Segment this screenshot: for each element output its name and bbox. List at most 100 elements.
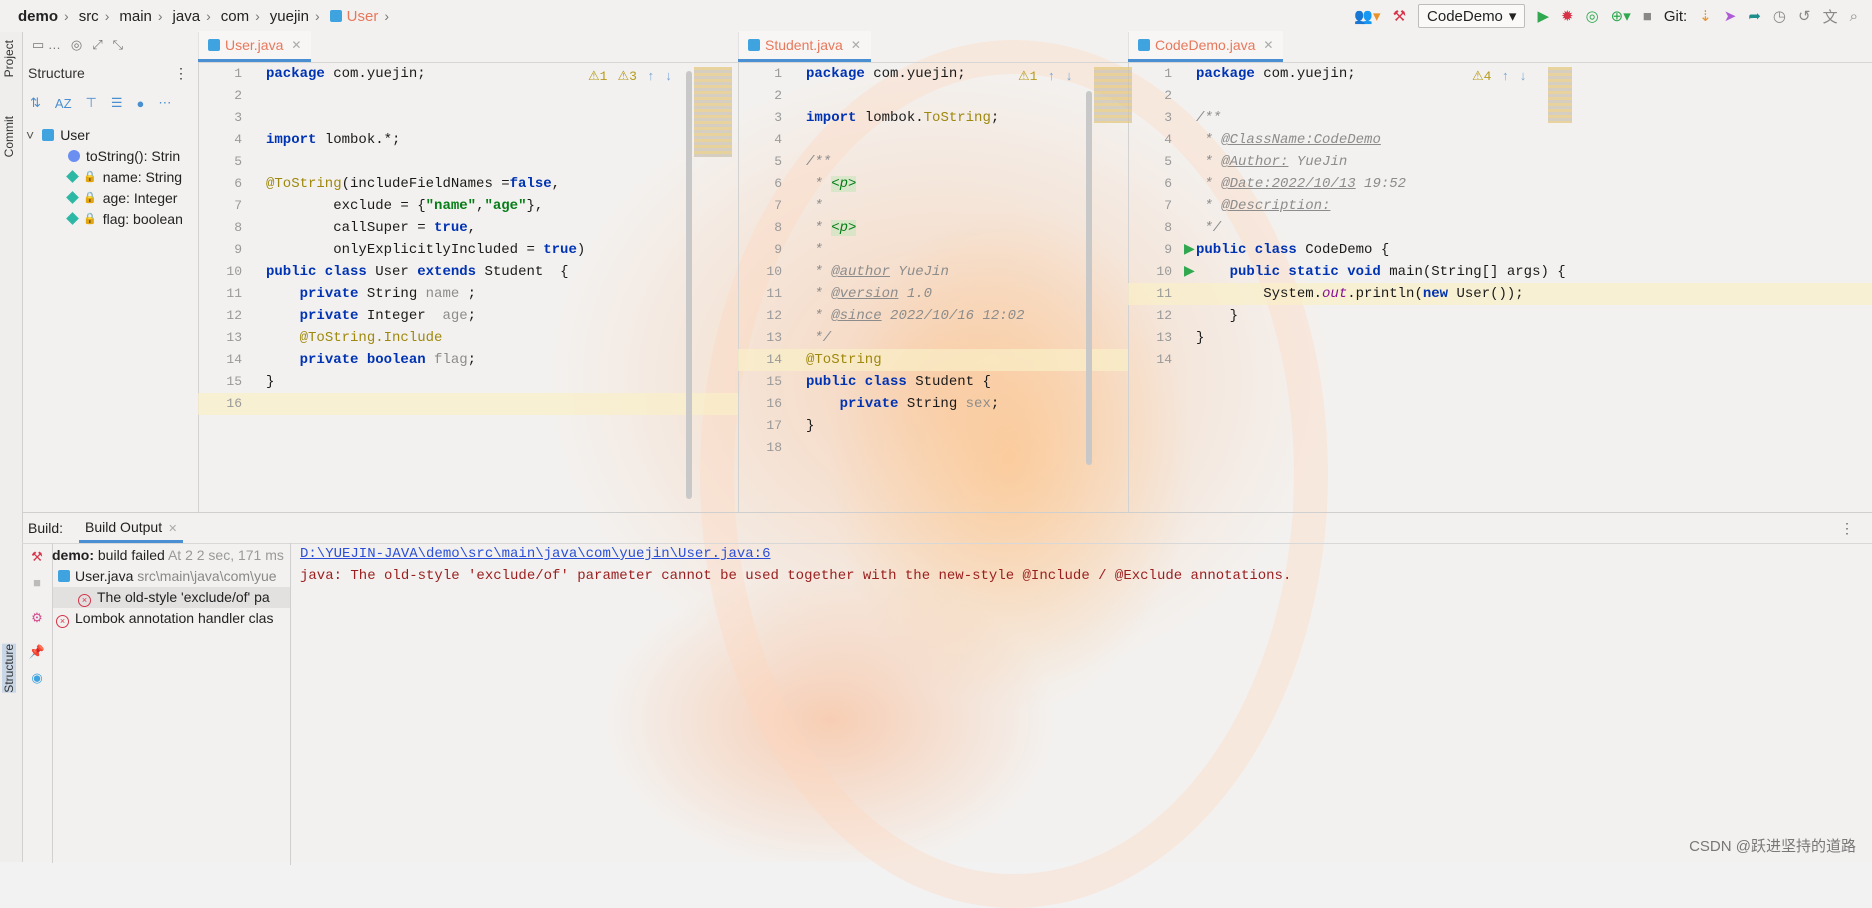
- show-inherited-icon[interactable]: ⊤: [86, 95, 97, 111]
- inspection-widget[interactable]: ⚠1 ⚠3 ↑ ↓: [588, 69, 673, 84]
- code-line[interactable]: * <p>: [806, 173, 857, 195]
- inspection-widget[interactable]: ⚠4 ↑ ↓: [1472, 69, 1527, 84]
- coverage-icon[interactable]: ◎: [1586, 7, 1599, 25]
- eye-icon[interactable]: ◉: [22, 670, 52, 686]
- stop-icon[interactable]: ■: [1643, 8, 1652, 25]
- tree-item[interactable]: 🔒 name: String: [22, 166, 198, 187]
- history-icon[interactable]: ◷: [1773, 7, 1786, 25]
- close-icon[interactable]: ✕: [291, 38, 301, 52]
- tab-user-java[interactable]: User.java ✕: [198, 31, 312, 62]
- code-line[interactable]: import lombok.*;: [266, 129, 400, 151]
- code-line[interactable]: private Integer age;: [266, 305, 476, 327]
- target-icon[interactable]: ◎: [71, 37, 82, 53]
- close-icon[interactable]: ✕: [851, 38, 861, 52]
- next-highlight-icon[interactable]: ↓: [1065, 69, 1073, 84]
- git-commit-icon[interactable]: ➦: [1748, 7, 1761, 25]
- gear-icon[interactable]: ⚙: [22, 610, 52, 626]
- breadcrumb-item-java[interactable]: java: [173, 8, 201, 25]
- code-line[interactable]: private String sex;: [806, 393, 1000, 415]
- code-line[interactable]: */: [806, 327, 831, 349]
- run-config-select[interactable]: CodeDemo ▾: [1418, 4, 1526, 28]
- more-icon[interactable]: ⋯: [158, 95, 171, 111]
- tree-item[interactable]: toString(): Strin: [22, 145, 198, 166]
- code-line[interactable]: }: [1196, 305, 1238, 327]
- tab-student-java[interactable]: Student.java ✕: [738, 31, 871, 62]
- code-line[interactable]: }: [266, 371, 274, 393]
- code-line[interactable]: * @version 1.0: [806, 283, 932, 305]
- tree-item[interactable]: 🔒 flag: boolean: [22, 208, 198, 229]
- code-line[interactable]: System.out.println(new User());: [1196, 283, 1524, 305]
- sort-alpha-icon[interactable]: AZ: [55, 96, 72, 111]
- breadcrumb-item-demo[interactable]: demo: [18, 8, 58, 25]
- code-line[interactable]: /**: [1196, 107, 1221, 129]
- code-line[interactable]: private String name ;: [266, 283, 476, 305]
- build-root-row[interactable]: demo: build failed At 2 2 sec, 171 ms: [52, 545, 290, 566]
- run-gutter-icon[interactable]: ▶: [1184, 239, 1196, 261]
- close-icon[interactable]: ✕: [1263, 38, 1273, 52]
- build-file-row[interactable]: User.java src\main\java\com\yue: [52, 566, 290, 587]
- code-editor[interactable]: ⚠1 ⚠3 ↑ ↓ 1 package com.yuejin; 2 3 4 impo…: [198, 63, 738, 499]
- structure-tool-tab[interactable]: Structure: [2, 644, 16, 693]
- code-line[interactable]: * @ClassName:CodeDemo: [1196, 129, 1380, 151]
- tab-codedemo-java[interactable]: CodeDemo.java ✕: [1128, 31, 1284, 62]
- code-line[interactable]: /**: [806, 151, 831, 173]
- build-error-row[interactable]: × Lombok annotation handler clas: [52, 608, 290, 629]
- code-line[interactable]: * <p>: [806, 217, 857, 239]
- build-hammer-icon[interactable]: ⚒: [1393, 7, 1406, 25]
- code-line[interactable]: import lombok.ToString;: [806, 107, 999, 129]
- run-gutter-icon[interactable]: ▶: [1184, 261, 1196, 283]
- breadcrumb-item-com[interactable]: com: [221, 8, 249, 25]
- code-line[interactable]: }: [1196, 327, 1204, 349]
- code-line[interactable]: */: [1196, 217, 1221, 239]
- project-tool-tab[interactable]: Project: [2, 40, 16, 77]
- code-line[interactable]: package com.yuejin;: [1196, 63, 1356, 85]
- options-icon[interactable]: ⋮: [1840, 520, 1854, 537]
- expand-icon[interactable]: ⤢: [92, 37, 102, 53]
- code-line[interactable]: * @Description:: [1196, 195, 1330, 217]
- next-highlight-icon[interactable]: ↓: [665, 69, 673, 84]
- code-line[interactable]: package com.yuejin;: [806, 63, 966, 85]
- vertical-scrollbar[interactable]: [1086, 91, 1092, 465]
- code-line[interactable]: *: [806, 239, 822, 261]
- next-highlight-icon[interactable]: ↓: [1519, 69, 1527, 84]
- breadcrumb-item-user[interactable]: User: [347, 8, 379, 25]
- tree-item[interactable]: 🔒 age: Integer: [22, 187, 198, 208]
- breadcrumb-item-src[interactable]: src: [79, 8, 99, 25]
- pin-icon[interactable]: 📌: [22, 644, 52, 660]
- code-line[interactable]: package com.yuejin;: [266, 63, 426, 85]
- error-location-link[interactable]: D:\YUEJIN-JAVA\demo\src\main\java\com\yu…: [300, 546, 770, 562]
- inspection-widget[interactable]: ⚠1 ↑ ↓: [1018, 69, 1073, 84]
- code-line[interactable]: *: [806, 195, 822, 217]
- prev-highlight-icon[interactable]: ↑: [1501, 69, 1509, 84]
- build-console[interactable]: D:\YUEJIN-JAVA\demo\src\main\java\com\yu…: [300, 543, 1291, 587]
- collapse-icon[interactable]: ⤡: [113, 37, 123, 53]
- debug-icon[interactable]: ✹: [1561, 7, 1574, 25]
- code-line[interactable]: onlyExplicitlyIncluded = true): [266, 239, 585, 261]
- users-icon[interactable]: 👥▾: [1354, 7, 1380, 25]
- minimap[interactable]: [1548, 67, 1572, 123]
- vertical-scrollbar[interactable]: [686, 71, 692, 499]
- prev-highlight-icon[interactable]: ↑: [1047, 69, 1055, 84]
- prev-highlight-icon[interactable]: ↑: [647, 69, 655, 84]
- code-line[interactable]: public class CodeDemo {: [1196, 239, 1389, 261]
- sort-visibility-icon[interactable]: ⇅: [30, 95, 41, 111]
- breadcrumb-item-main[interactable]: main: [119, 8, 152, 25]
- panel-tab-icon[interactable]: ▭ …: [32, 37, 61, 53]
- build-hammer-icon[interactable]: ⚒: [22, 549, 52, 565]
- close-icon[interactable]: ✕: [168, 523, 177, 535]
- show-fields-icon[interactable]: ☰: [111, 95, 123, 111]
- git-push-icon[interactable]: ➤: [1724, 7, 1737, 25]
- code-line[interactable]: public static void main(String[] args) {: [1196, 261, 1566, 283]
- stop-icon[interactable]: ■: [22, 575, 52, 590]
- code-line[interactable]: exclude = {"name","age"},: [266, 195, 543, 217]
- code-line[interactable]: * @author YueJin: [806, 261, 948, 283]
- code-editor[interactable]: ⚠1 ↑ ↓ 1 package com.yuejin; 2 3 import lo…: [738, 63, 1132, 465]
- chevron-down-icon[interactable]: ˅: [26, 127, 34, 143]
- code-line[interactable]: callSuper = true,: [266, 217, 476, 239]
- code-line[interactable]: * @since 2022/10/16 12:02: [806, 305, 1024, 327]
- code-editor[interactable]: ⚠4 ↑ ↓ 1 package com.yuejin; 2 3 /** 4 * @…: [1128, 63, 1872, 371]
- code-line[interactable]: public class User extends Student {: [266, 261, 568, 283]
- code-line[interactable]: private boolean flag;: [266, 349, 476, 371]
- code-line[interactable]: }: [806, 415, 814, 437]
- code-line[interactable]: @ToString: [806, 349, 882, 371]
